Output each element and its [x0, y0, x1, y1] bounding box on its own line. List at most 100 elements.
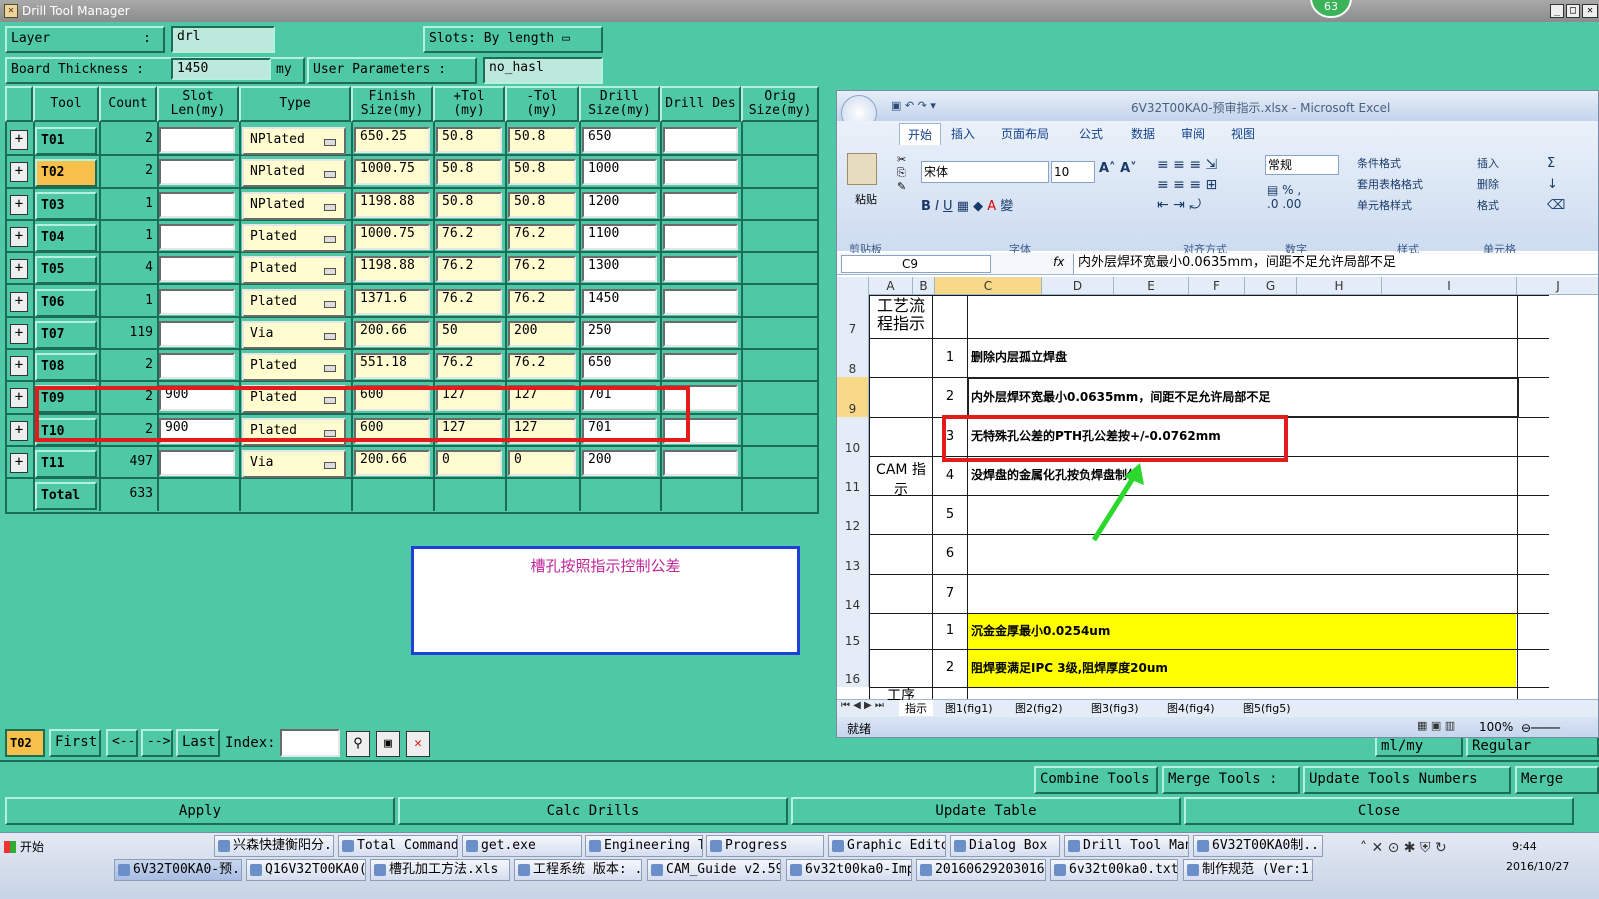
slots-selector[interactable]: Slots: By length ▭ — [423, 26, 603, 53]
expand-icon[interactable]: + — [10, 420, 28, 441]
type-dropdown[interactable]: NPlated — [242, 127, 346, 155]
drill-des-input[interactable] — [663, 159, 738, 186]
next-button[interactable]: --> — [141, 729, 173, 757]
slot-len-input[interactable] — [159, 450, 235, 476]
index-input[interactable] — [280, 729, 340, 757]
row-header[interactable]: 10 — [837, 417, 869, 456]
update-table-button[interactable]: Update Table — [791, 797, 1181, 825]
taskbar-item[interactable]: CAM_Guide v2.59 — [647, 859, 781, 881]
drill-des-input[interactable] — [663, 127, 738, 153]
slot-len-input[interactable] — [159, 127, 235, 153]
column-header[interactable]: H — [1297, 277, 1382, 295]
last-button[interactable]: Last — [176, 729, 220, 757]
minus-tol-input[interactable]: 50.8 — [508, 159, 576, 186]
calc-drills-button[interactable]: Calc Drills — [398, 797, 788, 825]
minus-tol-input[interactable]: 76.2 — [508, 353, 576, 380]
drill-size-input[interactable]: 1200 — [582, 191, 657, 218]
drill-size-input[interactable]: 1450 — [582, 288, 657, 315]
close-button[interactable]: Close — [1184, 797, 1574, 825]
finish-size-input[interactable]: 200.66 — [354, 320, 430, 347]
finish-size-input[interactable]: 200.66 — [354, 450, 430, 476]
taskbar-item[interactable]: 20160629203016... — [916, 859, 1046, 881]
clipboard-icons[interactable]: ✂ ⎘ ✎ — [897, 153, 906, 193]
column-header[interactable]: B — [913, 277, 935, 295]
plus-tol-input[interactable]: 50.8 — [436, 159, 502, 186]
expand-icon[interactable]: + — [10, 194, 28, 215]
drill-size-input[interactable]: 200 — [582, 450, 657, 476]
taskbar-item[interactable]: 6v32t00ka0-Imped... — [786, 859, 912, 881]
tool-button[interactable]: T02 — [35, 159, 97, 188]
finish-size-input[interactable]: 1198.88 — [354, 191, 430, 218]
plus-tol-input[interactable]: 50.8 — [436, 127, 502, 153]
delete-icon[interactable]: ✕ — [406, 731, 430, 757]
styles-group[interactable]: 条件格式 套用表格格式 单元格样式 — [1357, 153, 1423, 216]
finish-size-input[interactable]: 1000.75 — [354, 223, 430, 250]
expand-icon[interactable]: + — [10, 388, 28, 409]
tool-button[interactable]: T08 — [35, 353, 97, 382]
slot-len-input[interactable] — [159, 159, 235, 186]
slot-len-input[interactable] — [159, 320, 235, 347]
tool-button[interactable]: T07 — [35, 320, 97, 349]
column-header[interactable]: E — [1114, 277, 1189, 295]
font-format-icons[interactable]: B I U ▦ ◆ A 變 — [921, 195, 1013, 214]
row-header[interactable]: 11 — [837, 456, 869, 495]
taskbar-item[interactable]: Dialog Box — [950, 835, 1060, 857]
type-dropdown[interactable]: Plated — [242, 256, 346, 285]
slot-len-input[interactable] — [159, 288, 235, 315]
tray-icons[interactable]: ˄ ✕ ⊙ ✱ ⛨ ↻ — [1360, 840, 1447, 856]
ribbon-tab[interactable]: 插入 — [951, 125, 975, 142]
plus-tol-input[interactable]: 76.2 — [436, 256, 502, 283]
formula-input[interactable]: 内外层焊环宽最小0.0635mm，间距不足允许局部不足 — [1073, 254, 1598, 274]
number-format-select[interactable]: 常规 — [1265, 155, 1339, 175]
ribbon-tab[interactable]: 视图 — [1231, 125, 1255, 142]
drill-des-input[interactable] — [663, 223, 738, 250]
drill-des-input[interactable] — [663, 450, 738, 476]
ribbon-tab[interactable]: 审阅 — [1181, 125, 1205, 142]
minus-tol-input[interactable]: 200 — [508, 320, 576, 347]
tool-button[interactable]: T03 — [35, 191, 97, 220]
plus-tol-input[interactable]: 50.8 — [436, 191, 502, 218]
row-header[interactable]: 7 — [837, 295, 869, 338]
finish-size-input[interactable]: 650.25 — [354, 127, 430, 153]
slot-len-input[interactable] — [159, 223, 235, 250]
save-icon[interactable]: ▣ — [376, 731, 400, 757]
drill-des-input[interactable] — [663, 256, 738, 283]
plus-tol-input[interactable]: 50 — [436, 320, 502, 347]
expand-icon[interactable]: + — [10, 453, 28, 473]
sheet-tab[interactable]: 图1(fig1) — [945, 700, 993, 716]
drill-des-input[interactable] — [663, 288, 738, 315]
layer-input[interactable]: drl — [171, 26, 275, 53]
finish-size-input[interactable]: 1371.6 — [354, 288, 430, 315]
type-dropdown[interactable]: Plated — [242, 288, 346, 317]
finish-size-input[interactable]: 1000.75 — [354, 159, 430, 186]
type-dropdown[interactable]: NPlated — [242, 159, 346, 188]
column-header[interactable]: D — [1042, 277, 1114, 295]
instruction-cell[interactable]: 删除内层孤立焊盘 — [971, 338, 1516, 377]
type-dropdown[interactable]: Plated — [242, 353, 346, 382]
ribbon-tab[interactable]: 公式 — [1079, 125, 1103, 142]
tool-button[interactable]: T11 — [35, 450, 97, 478]
editing-icons[interactable]: Σ ↓ ⌫ — [1547, 153, 1565, 216]
minus-tol-input[interactable]: 76.2 — [508, 256, 576, 283]
ribbon-tab[interactable]: 数据 — [1131, 125, 1155, 142]
taskbar-item[interactable]: Q16V32T00KA0(dh... — [246, 859, 366, 881]
drill-size-input[interactable]: 1000 — [582, 159, 657, 186]
instruction-cell[interactable]: 阻焊要满足IPC 3级,阻焊厚度20um — [971, 649, 1516, 687]
board-thickness-input[interactable]: 1450 — [171, 58, 271, 80]
minus-tol-input[interactable]: 76.2 — [508, 223, 576, 250]
column-header[interactable]: C — [935, 277, 1042, 295]
column-header[interactable]: A — [869, 277, 913, 295]
update-numbers-dropdown[interactable]: Update Tools Numbers — [1303, 766, 1511, 794]
taskbar-item[interactable]: 6V32T00KA0制... — [1193, 835, 1323, 857]
tool-button[interactable]: T05 — [35, 256, 97, 285]
expand-icon[interactable]: + — [10, 291, 28, 312]
type-dropdown[interactable]: NPlated — [242, 191, 346, 220]
column-header[interactable]: F — [1189, 277, 1245, 295]
minus-tol-input[interactable]: 50.8 — [508, 127, 576, 153]
sheet-tab[interactable]: 图4(fig4) — [1167, 700, 1215, 716]
instruction-cell[interactable]: 沉金金厚最小0.0254um — [971, 613, 1516, 649]
name-box[interactable]: C9 — [841, 255, 991, 273]
instruction-cell[interactable] — [971, 495, 1516, 534]
ribbon-tab[interactable]: 页面布局 — [1001, 125, 1049, 142]
sheet-tab[interactable]: 指示 — [899, 700, 933, 716]
